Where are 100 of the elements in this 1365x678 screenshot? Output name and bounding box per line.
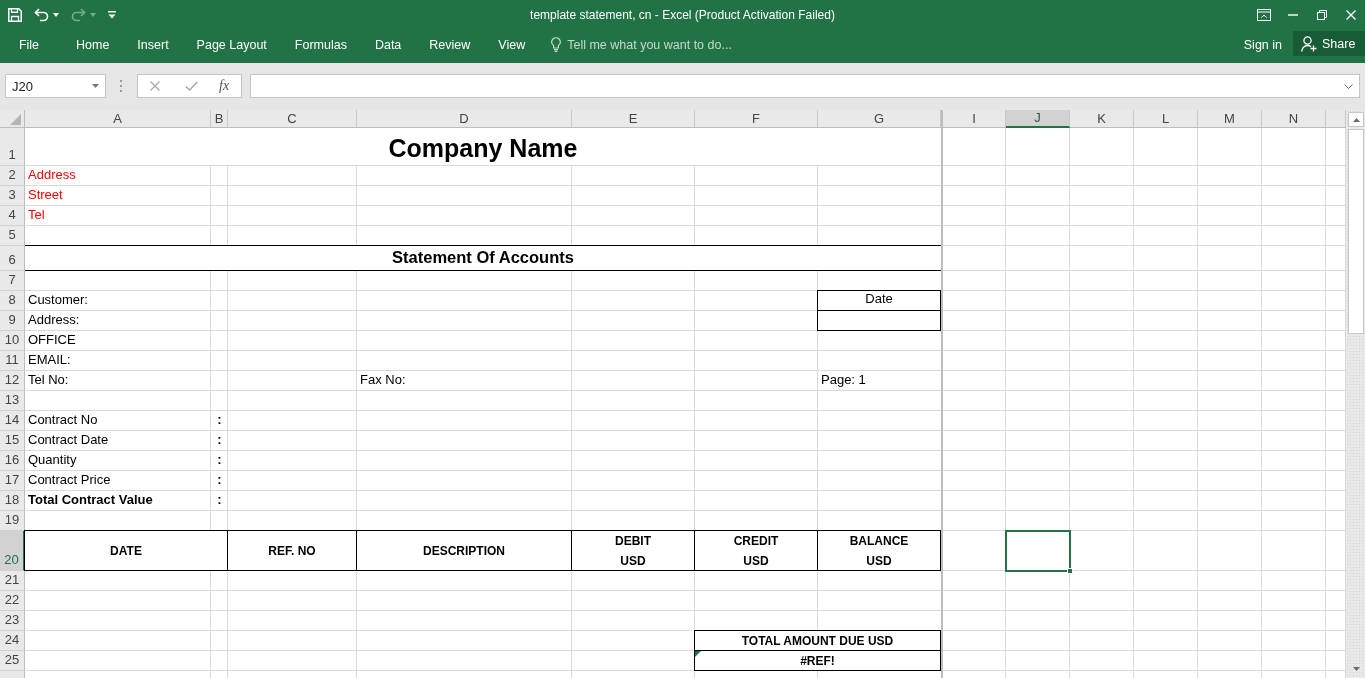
row-header[interactable]: 17: [0, 471, 25, 491]
company-detail-text: Address: [28, 166, 76, 184]
row-header[interactable]: 14: [0, 411, 25, 431]
field-separator: :: [217, 491, 222, 509]
caret-icon[interactable]: [92, 84, 99, 88]
insert-function-button[interactable]: fx: [219, 78, 230, 94]
row-header[interactable]: 18: [0, 491, 25, 511]
column-header-cell: DATE: [24, 530, 228, 571]
field-label: Customer:: [28, 291, 88, 309]
row-header[interactable]: 5: [0, 226, 25, 246]
row-header[interactable]: 10: [0, 331, 25, 351]
scroll-up-button[interactable]: [1348, 112, 1364, 127]
column-header[interactable]: A: [25, 110, 211, 128]
window-title: template statement, cn - Excel (Product Activation Failed): [530, 8, 835, 22]
column-header[interactable]: D: [357, 110, 572, 128]
column-header-cell: DEBIT USD: [571, 530, 695, 571]
restore-icon: [1316, 10, 1327, 20]
row-header[interactable]: 7: [0, 271, 25, 291]
row-header[interactable]: 22: [0, 591, 25, 611]
field-label: Contract Date: [28, 431, 109, 449]
row-header[interactable]: 3: [0, 186, 25, 206]
field-separator: :: [217, 431, 222, 449]
row-header[interactable]: 11: [0, 351, 25, 371]
field-separator: :: [217, 471, 222, 489]
tell-me-field[interactable]: Tell me what you want to do...: [567, 34, 750, 55]
person-add-icon: [1301, 35, 1317, 52]
field-label: Contract Price: [28, 471, 111, 489]
company-detail-text: Street: [28, 186, 63, 204]
column-header[interactable]: M: [1198, 110, 1262, 128]
row-header[interactable]: 21: [0, 571, 25, 591]
minimize-icon: [1287, 14, 1298, 16]
sign-in-link[interactable]: Sign in: [1243, 37, 1282, 52]
ribbon-tab[interactable]: Formulas: [280, 31, 361, 58]
redo-icon: [71, 8, 86, 22]
row-header[interactable]: 25: [0, 651, 25, 671]
ribbon-tab[interactable]: Data: [360, 31, 416, 58]
field-label: Fax No:: [360, 371, 406, 389]
column-header[interactable]: B: [211, 110, 228, 128]
column-header[interactable]: I: [943, 110, 1006, 128]
row-header[interactable]: 24: [0, 631, 25, 651]
company-name-heading: Company Name: [388, 133, 578, 164]
column-header[interactable]: K: [1070, 110, 1134, 128]
column-header[interactable]: C: [228, 110, 357, 128]
lightbulb-icon: [551, 37, 562, 52]
check-icon[interactable]: [185, 81, 198, 91]
close-icon: [1345, 10, 1356, 20]
row-header[interactable]: 6: [0, 246, 25, 271]
column-header[interactable]: L: [1134, 110, 1198, 128]
row-header[interactable]: 9: [0, 311, 25, 331]
ribbon-options-icon: [1256, 9, 1271, 21]
field-label: Quantity: [28, 451, 77, 469]
ribbon-tab[interactable]: Page Layout: [182, 31, 281, 58]
row-header[interactable]: 20: [0, 531, 25, 571]
column-header-cell: DESCRIPTION: [356, 530, 572, 571]
share-button[interactable]: Share: [1293, 31, 1365, 56]
row-header[interactable]: 4: [0, 206, 25, 226]
field-label: Tel No:: [28, 371, 69, 389]
row-header[interactable]: 12: [0, 371, 25, 391]
row-header[interactable]: 8: [0, 291, 25, 311]
selected-cell[interactable]: [1005, 530, 1071, 572]
column-header[interactable]: E: [572, 110, 695, 128]
row-header[interactable]: 19: [0, 511, 25, 531]
column-header-cell: REF. NO: [227, 530, 357, 571]
row-header[interactable]: 16: [0, 451, 25, 471]
ribbon-tab[interactable]: Home: [62, 31, 124, 58]
field-separator: :: [217, 451, 222, 469]
field-label: EMAIL:: [28, 351, 71, 369]
row-header[interactable]: 1: [0, 128, 25, 166]
row-header[interactable]: 15: [0, 431, 25, 451]
file-tab[interactable]: File: [0, 31, 58, 58]
column-header[interactable]: F: [695, 110, 818, 128]
down-arrow-icon[interactable]: [1352, 666, 1360, 671]
field-label: Contract No: [28, 411, 98, 429]
column-header[interactable]: G: [818, 110, 941, 128]
date-label-cell: Date: [817, 290, 941, 311]
caret-icon: [53, 13, 59, 17]
total-value-cell: #REF!: [694, 650, 941, 671]
field-label: Address:: [28, 311, 80, 329]
ribbon-tab[interactable]: Review: [415, 31, 485, 58]
ribbon-tab[interactable]: Insert: [123, 31, 183, 58]
column-header[interactable]: N: [1262, 110, 1326, 128]
customize-caret-icon: [108, 11, 116, 19]
ribbon-tab[interactable]: View: [484, 31, 540, 58]
save-icon: [8, 8, 22, 22]
row-header[interactable]: 23: [0, 611, 25, 631]
statement-title: Statement Of Accounts: [25, 245, 941, 271]
field-label: OFFICE: [28, 331, 76, 349]
vertical-scrollbar[interactable]: [1346, 110, 1365, 678]
total-label-cell: TOTAL AMOUNT DUE USD: [694, 630, 941, 651]
name-box[interactable]: J20: [5, 74, 106, 98]
formula-field[interactable]: [250, 74, 1360, 98]
expand-chevron-icon[interactable]: [1344, 83, 1353, 89]
up-arrow-icon: [1352, 117, 1360, 122]
scroll-thumb[interactable]: [1348, 129, 1364, 334]
row-header[interactable]: 13: [0, 391, 25, 411]
row-header[interactable]: 2: [0, 166, 25, 186]
fill-handle[interactable]: [1067, 568, 1073, 574]
cancel-icon[interactable]: [150, 81, 160, 91]
company-detail-text: Tel: [28, 206, 45, 224]
column-header[interactable]: J: [1006, 110, 1070, 128]
